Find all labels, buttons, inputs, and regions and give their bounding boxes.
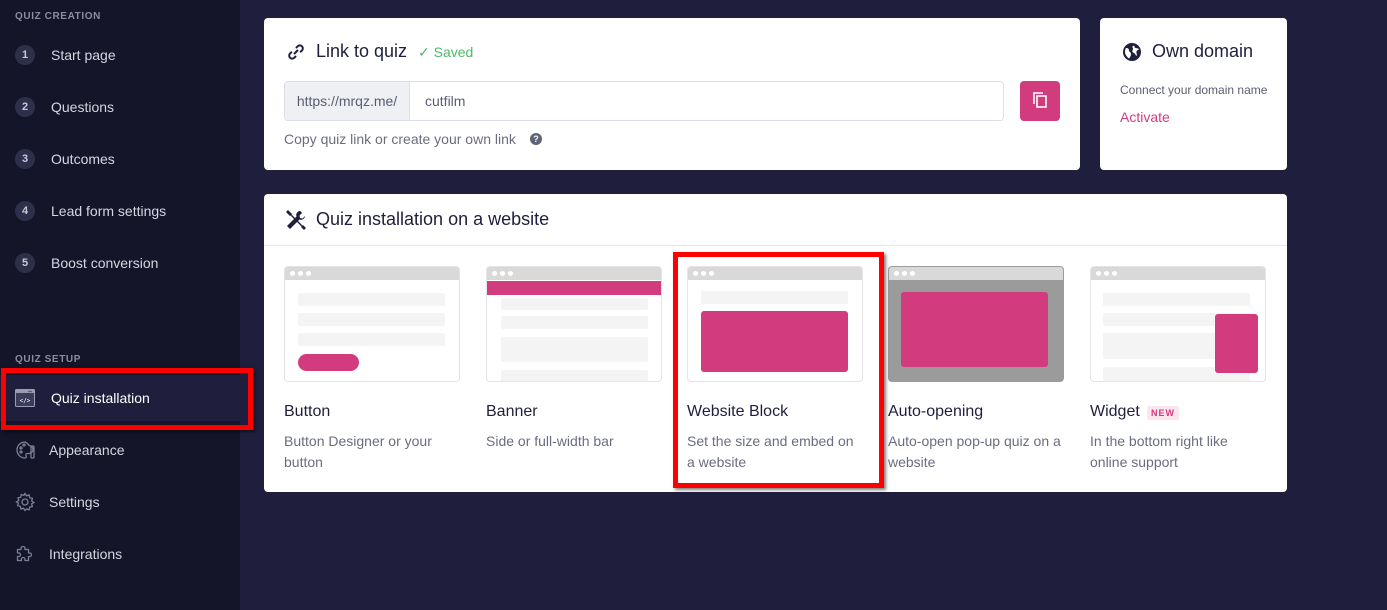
step-number: 2: [15, 97, 35, 117]
card-title: Quiz installation on a website: [316, 209, 550, 229]
activate-domain-link[interactable]: Activate: [1120, 109, 1170, 125]
saved-status: ✓ Saved: [418, 44, 474, 60]
step-number: 5: [15, 253, 35, 273]
install-option-banner[interactable]: Banner Side or full-width bar: [486, 266, 662, 476]
sidebar-item-label: Settings: [49, 494, 100, 510]
tools-icon: [285, 209, 307, 236]
sidebar: QUIZ CREATION 1 Start page 2 Questions 3…: [0, 0, 240, 610]
sidebar-item-label: Start page: [51, 47, 116, 63]
option-title: Website Block: [687, 403, 789, 420]
domain-description: Connect your domain name: [1120, 83, 1268, 97]
sidebar-item-label: Outcomes: [51, 151, 115, 167]
card-header: Quiz installation on a website: [264, 194, 1287, 246]
own-domain-card: Own domain Connect your domain name Acti…: [1100, 18, 1287, 170]
quiz-setup-section-label: QUIZ SETUP: [15, 354, 82, 365]
install-option-auto-opening[interactable]: Auto-opening Auto-open pop-up quiz on a …: [888, 266, 1064, 476]
code-window-icon: </>: [14, 387, 36, 409]
new-badge: NEW: [1147, 406, 1179, 420]
install-option-website-block[interactable]: Website Block Set the size and embed on …: [687, 266, 863, 476]
banner-preview-illustration: [486, 266, 662, 382]
puzzle-icon: [14, 543, 36, 565]
quiz-slug-input[interactable]: [410, 82, 1003, 120]
link-to-quiz-card: Link to quiz ✓ Saved https://mrqz.me/ Co…: [264, 18, 1080, 170]
option-title: Button: [284, 403, 331, 420]
sidebar-item-questions[interactable]: 2 Questions: [0, 87, 240, 127]
card-title: Link to quiz: [316, 41, 408, 61]
quiz-creation-section-label: QUIZ CREATION: [15, 11, 101, 22]
sidebar-item-start-page[interactable]: 1 Start page: [0, 35, 240, 75]
auto-opening-preview-illustration: [888, 266, 1064, 382]
copy-link-button[interactable]: [1020, 81, 1060, 121]
sidebar-item-label: Quiz installation: [51, 390, 150, 406]
option-title: Widget: [1090, 403, 1140, 420]
option-description: Side or full-width bar: [486, 433, 614, 449]
sidebar-item-label: Integrations: [49, 546, 123, 562]
option-title: Banner: [486, 403, 538, 420]
option-description: In the bottom right like online support: [1090, 433, 1228, 470]
svg-text:</>: </>: [20, 398, 31, 405]
link-hint: Copy quiz link or create your own link: [284, 131, 516, 147]
card-title: Own domain: [1152, 41, 1254, 61]
sidebar-item-outcomes[interactable]: 3 Outcomes: [0, 139, 240, 179]
quiz-url-field: https://mrqz.me/: [284, 81, 1004, 121]
button-preview-illustration: [284, 266, 460, 382]
sidebar-item-lead-form-settings[interactable]: 4 Lead form settings: [0, 191, 240, 231]
sidebar-item-integrations[interactable]: Integrations: [0, 531, 240, 577]
step-number: 1: [15, 45, 35, 65]
palette-icon: [14, 439, 36, 461]
sidebar-item-label: Boost conversion: [51, 255, 159, 271]
url-prefix: https://mrqz.me/: [285, 82, 410, 120]
globe-icon: [1122, 42, 1142, 67]
link-icon: [286, 42, 306, 67]
option-description: Set the size and embed on a website: [687, 433, 854, 470]
sidebar-item-label: Appearance: [49, 442, 125, 458]
sidebar-item-quiz-installation[interactable]: </> Quiz installation: [0, 375, 240, 421]
install-option-button[interactable]: Button Button Designer or your button: [284, 266, 460, 476]
copy-icon: [1032, 91, 1048, 112]
install-option-widget[interactable]: Widget NEW In the bottom right like onli…: [1090, 266, 1266, 476]
step-number: 4: [15, 201, 35, 221]
sidebar-item-label: Questions: [51, 99, 115, 115]
sidebar-item-label: Lead form settings: [51, 203, 167, 219]
gear-icon: [14, 491, 36, 513]
sidebar-item-boost-conversion[interactable]: 5 Boost conversion: [0, 243, 240, 283]
option-description: Auto-open pop-up quiz on a website: [888, 433, 1061, 470]
quiz-installation-card: Quiz installation on a website Button Bu…: [264, 194, 1287, 492]
option-description: Button Designer or your button: [284, 433, 432, 470]
option-title: Auto-opening: [888, 403, 984, 420]
sidebar-item-settings[interactable]: Settings: [0, 479, 240, 525]
step-number: 3: [15, 149, 35, 169]
sidebar-item-appearance[interactable]: Appearance: [0, 427, 240, 473]
website-block-preview-illustration: [687, 266, 863, 382]
widget-preview-illustration: [1090, 266, 1266, 382]
help-icon[interactable]: ?: [530, 133, 542, 145]
